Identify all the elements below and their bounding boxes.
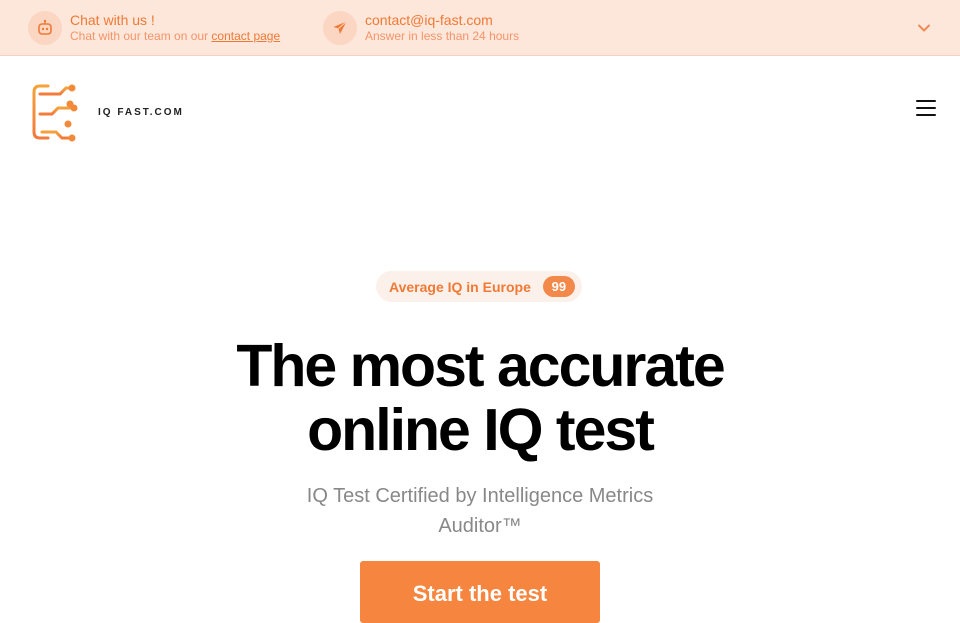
chat-subtitle-text: Chat with our team on our <box>70 29 209 43</box>
site-header: IQ FAST.COM <box>0 56 960 166</box>
title-line-1: The most accurate <box>236 333 725 399</box>
robot-chat-icon <box>28 11 62 45</box>
email-address[interactable]: contact@iq-fast.com <box>365 12 519 29</box>
badge-label: Average IQ in Europe <box>389 278 531 295</box>
site-logo[interactable]: IQ FAST.COM <box>30 80 184 144</box>
email-response-time: Answer in less than 24 hours <box>365 29 520 43</box>
paper-plane-icon <box>323 11 357 45</box>
email-contact[interactable]: contact@iq-fast.com Answer in less than … <box>323 11 519 45</box>
page-title: The most accurate online IQ test <box>0 334 960 462</box>
chat-subtitle: Chat with our team on our contact page <box>70 29 280 44</box>
circuit-logo-icon <box>32 84 78 142</box>
start-test-button[interactable]: Start the test <box>360 561 600 623</box>
title-line-2: online IQ test <box>307 397 655 463</box>
average-iq-badge: Average IQ in Europe 99 <box>376 271 582 302</box>
contact-page-link[interactable]: contact page <box>211 29 280 43</box>
badge-value: 99 <box>542 276 575 297</box>
chat-contact[interactable]: Chat with us ! Chat with our team on our… <box>28 11 280 45</box>
logo-text: IQ FAST.COM <box>98 106 184 118</box>
chevron-down-icon[interactable] <box>916 20 932 36</box>
hamburger-menu-icon[interactable] <box>916 100 936 118</box>
contact-bar: Chat with us ! Chat with our team on our… <box>0 0 960 56</box>
chat-title: Chat with us ! <box>70 12 155 28</box>
hero-subtitle: IQ Test Certified by Intelligence Metric… <box>306 485 654 537</box>
